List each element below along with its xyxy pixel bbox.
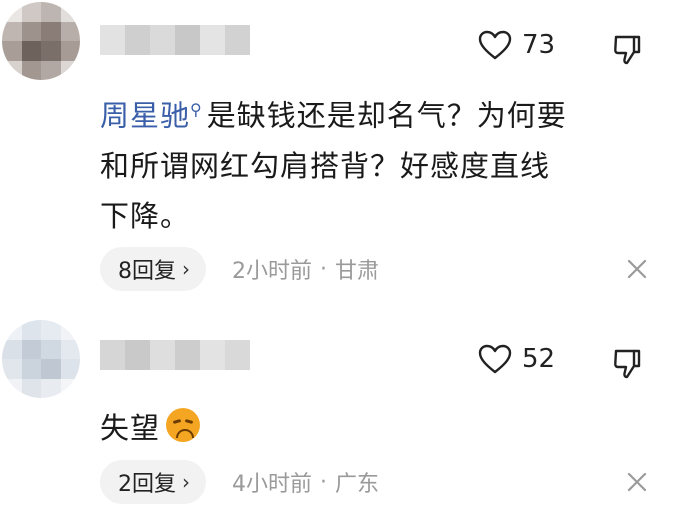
replies-count: 8回复 [118,259,176,284]
comment-text-line: 和所谓网红勾肩搭背？好感度直线 [100,148,551,183]
like-button[interactable]: 52 [478,344,555,374]
separator: · [320,469,327,495]
comment-text-line: 失望 [100,411,161,445]
comment-item: 73 周星驰⚲ 是缺钱还是却名气？为何要 和所谓网红勾肩搭背？好感度直线 下降。 … [0,0,674,300]
like-count: 52 [522,344,556,374]
comment-meta: 8回复 › 2小时前 · 甘肃 [100,247,379,291]
username-blurred[interactable] [100,340,250,370]
search-icon[interactable]: ⚲ [190,100,203,119]
mention-link[interactable]: 周星驰 [100,99,190,133]
comment-text: 失望 [100,403,654,453]
thumbs-down-icon [612,34,642,66]
heart-outline-icon [478,30,512,60]
replies-button[interactable]: 8回复 › [100,247,206,291]
username-blurred[interactable] [100,25,250,55]
avatar[interactable] [2,320,80,398]
region: 甘肃 [335,259,380,284]
comment-text: 周星驰⚲ 是缺钱还是却名气？为何要 和所谓网红勾肩搭背？好感度直线 下降。 [100,85,654,241]
close-icon[interactable] [626,258,648,280]
dislike-button[interactable] [612,34,642,66]
comment-text-line: 下降。 [100,198,191,233]
replies-button[interactable]: 2回复 › [100,460,206,504]
comment-meta: 2回复 › 4小时前 · 广东 [100,460,379,504]
comment-text-line: 是缺钱还是却名气？为何要 [206,98,567,133]
thumbs-down-icon [612,348,642,380]
like-count: 73 [522,30,556,60]
heart-outline-icon [478,344,512,374]
like-button[interactable]: 73 [478,30,555,60]
region: 广东 [335,472,380,497]
close-icon[interactable] [626,471,648,493]
timestamp: 2小时前 [232,259,312,284]
separator: · [320,256,327,282]
chevron-right-icon: › [182,470,190,494]
avatar[interactable] [2,2,80,80]
timestamp: 4小时前 [232,472,312,497]
replies-count: 2回复 [118,472,176,497]
disappointed-face-icon [166,408,201,442]
comment-item: 52 失望 2回复 › 4小时前 · 广东 [0,318,674,515]
dislike-button[interactable] [612,348,642,380]
chevron-right-icon: › [182,257,190,281]
